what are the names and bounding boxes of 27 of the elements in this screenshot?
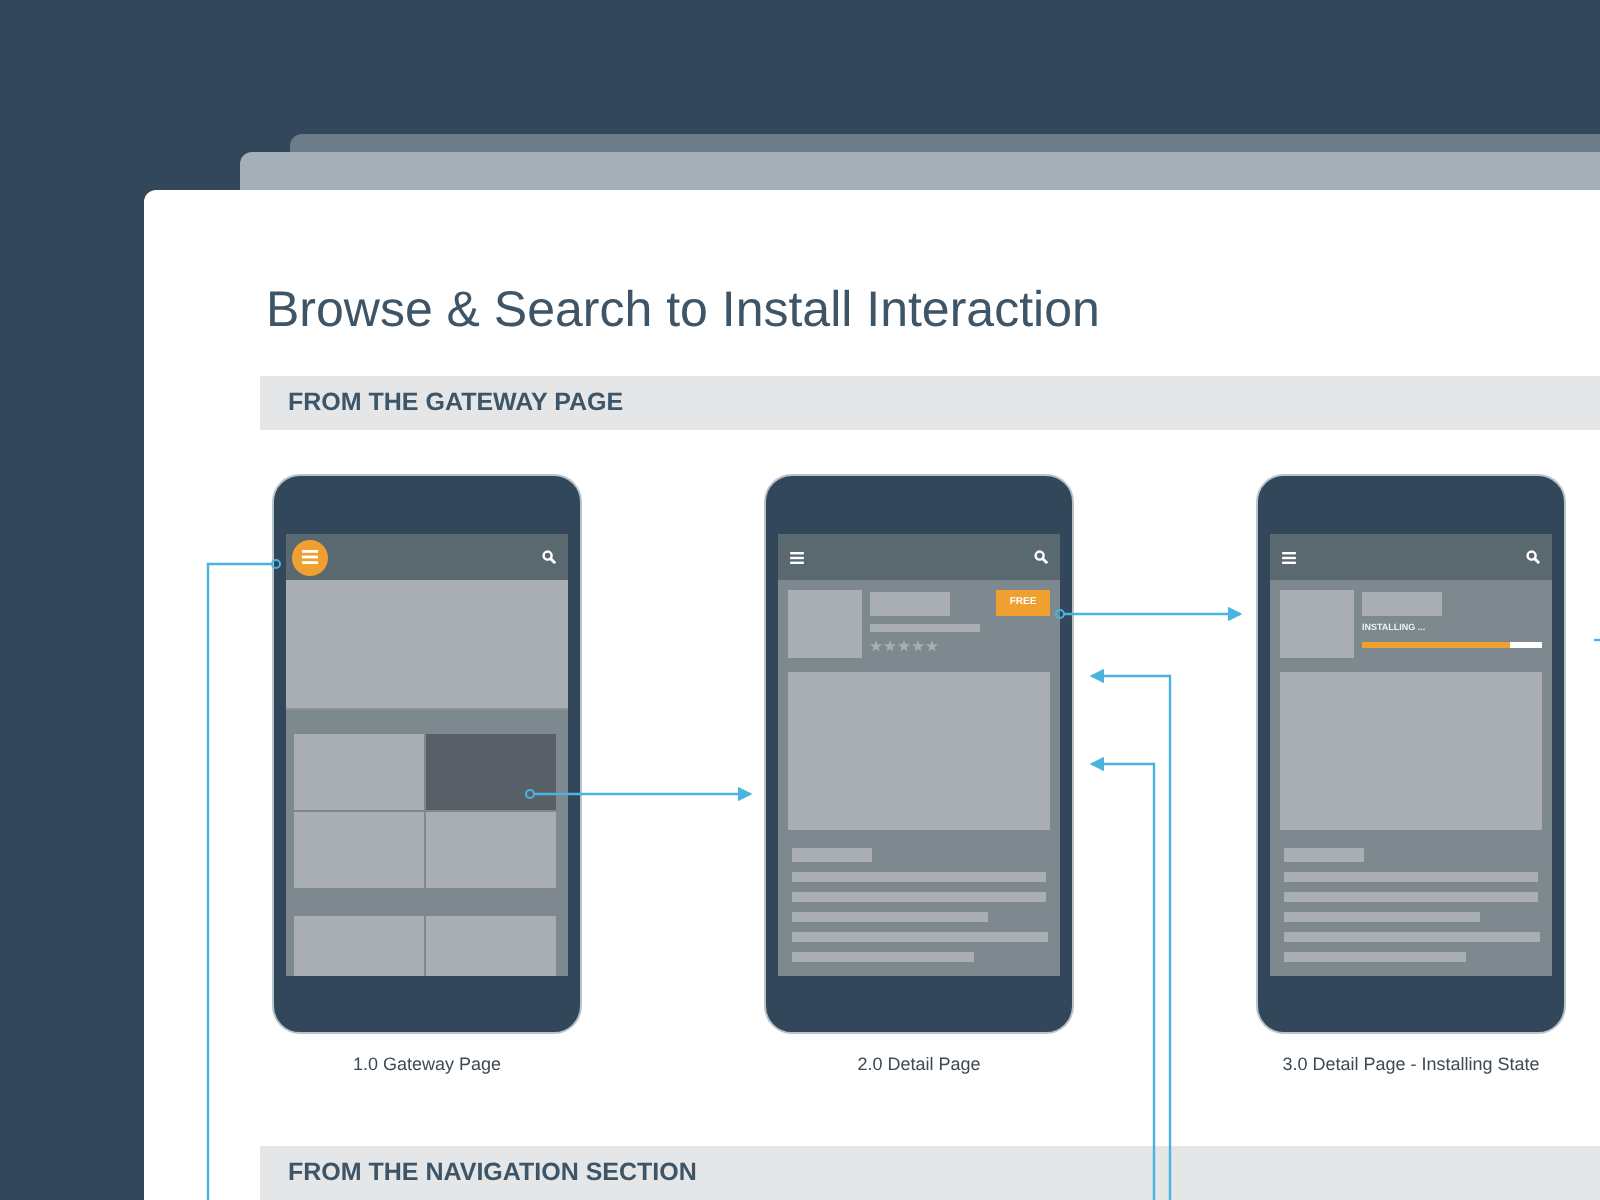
text-placeholder: [1362, 592, 1442, 616]
search-icon[interactable]: [1526, 550, 1540, 564]
menu-button[interactable]: [292, 539, 328, 575]
image-placeholder: [788, 590, 862, 658]
screen-caption: 2.0 Detail Page: [857, 1052, 981, 1078]
tile[interactable]: [294, 812, 424, 888]
search-icon[interactable]: [542, 550, 556, 564]
section-title: FROM THE NAVIGATION SECTION: [288, 1155, 697, 1190]
screen-caption: 1.0 Gateway Page: [352, 1052, 502, 1078]
tile[interactable]: [426, 916, 556, 976]
text-placeholder: [1284, 848, 1364, 862]
screen-caption: 3.0 Detail Page - Installing State: [1282, 1052, 1540, 1078]
connector-line: [1594, 638, 1600, 642]
section-title: FROM THE GATEWAY PAGE: [288, 386, 624, 421]
text-placeholder: [870, 592, 950, 616]
menu-icon[interactable]: [790, 551, 804, 563]
tile[interactable]: [294, 734, 424, 810]
menu-icon[interactable]: [1282, 551, 1296, 563]
tile[interactable]: [426, 734, 556, 810]
tile[interactable]: [294, 916, 424, 976]
image-placeholder: [1280, 590, 1354, 658]
tile[interactable]: [426, 812, 556, 888]
menu-icon: [302, 550, 318, 564]
page-title: Browse & Search to Install Interaction: [266, 286, 1102, 336]
search-icon[interactable]: [1034, 550, 1048, 564]
text-placeholder: [792, 848, 872, 862]
text-placeholder: [870, 624, 980, 632]
